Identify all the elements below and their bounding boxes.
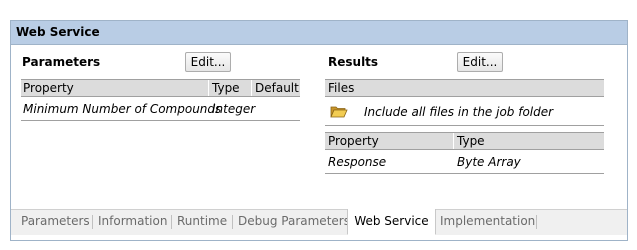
divider — [325, 173, 604, 174]
column-header-type[interactable]: Type — [457, 133, 485, 149]
tab-runtime[interactable]: Runtime — [177, 209, 227, 234]
table-row[interactable]: Minimum Number of Compounds Integer — [21, 99, 300, 119]
column-header-default[interactable]: Default — [255, 80, 299, 96]
table-row[interactable]: Response Byte Array — [325, 152, 604, 172]
tab-debug-parameters[interactable]: Debug Parameters — [238, 209, 350, 234]
column-header-property[interactable]: Property — [328, 133, 379, 149]
results-table-header: Property Type — [325, 132, 604, 150]
tab-parameters[interactable]: Parameters — [21, 209, 90, 234]
divider — [21, 120, 300, 121]
results-title: Results — [328, 55, 379, 69]
tab-information[interactable]: Information — [98, 209, 167, 234]
panel-header: Web Service — [11, 21, 627, 45]
row-property: Minimum Number of Compounds — [23, 102, 222, 116]
divider — [325, 125, 604, 126]
row-type: Integer — [212, 102, 256, 116]
parameters-edit-button[interactable]: Edit... — [185, 52, 231, 72]
files-header-label: Files — [328, 81, 355, 95]
folder-icon — [330, 106, 348, 118]
web-service-panel: Web Service Parameters Edit... Property … — [10, 20, 628, 241]
files-item-label: Include all files in the job folder — [364, 105, 554, 119]
files-item[interactable]: Include all files in the job folder — [325, 101, 604, 123]
row-type: Byte Array — [457, 155, 521, 169]
tab-implementation[interactable]: Implementation — [440, 209, 535, 234]
tab-web-service[interactable]: Web Service — [347, 209, 436, 235]
column-header-type[interactable]: Type — [212, 80, 240, 96]
parameters-table-header: Property Type Default — [21, 79, 300, 97]
column-header-property[interactable]: Property — [23, 80, 74, 96]
panel-title: Web Service — [16, 25, 100, 39]
results-edit-button[interactable]: Edit... — [457, 52, 503, 72]
parameters-title: Parameters — [22, 55, 101, 69]
tab-bar: Parameters Information Runtime Debug Par… — [11, 209, 627, 239]
row-property: Response — [328, 155, 387, 169]
files-header: Files — [325, 79, 604, 97]
